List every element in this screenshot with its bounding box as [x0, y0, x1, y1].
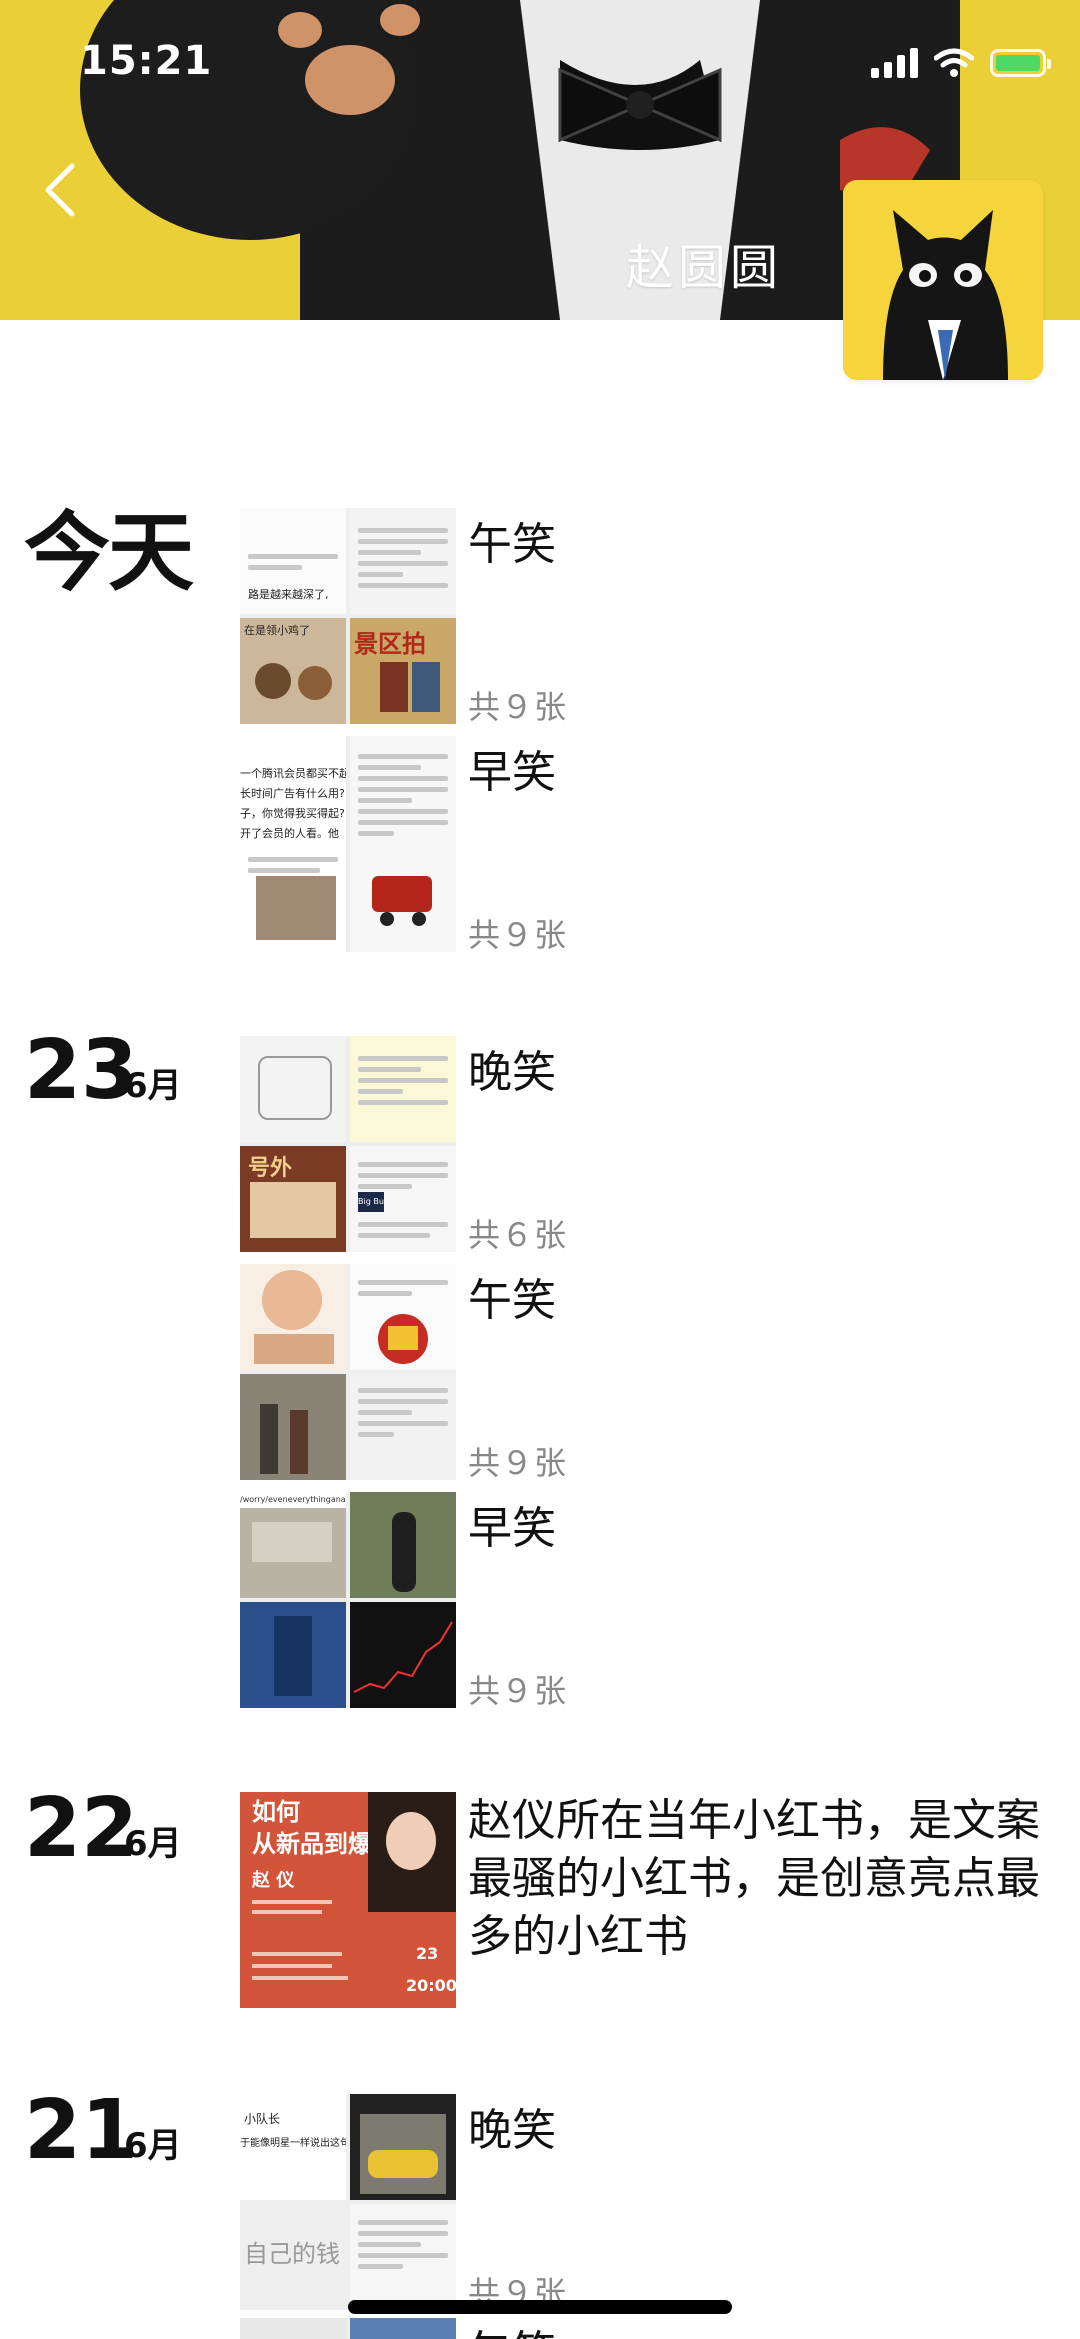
thumb-caption: 自己的钱: [244, 2240, 340, 2268]
thumb-caption: 在是领小鸡了: [244, 624, 310, 637]
status-icons: [871, 48, 1051, 78]
thumb-image: [240, 2318, 346, 2339]
thumb-image: [240, 1374, 346, 1480]
entry-title[interactable]: 午笑: [468, 508, 556, 572]
entry-title[interactable]: 午笑: [468, 1264, 556, 1328]
event-poster-image: 如何 从新品到爆品 赵 仪 23 20:00: [240, 1792, 456, 2008]
stock-chart-icon: [353, 1621, 453, 1693]
thumb-image: [350, 1036, 456, 1142]
thumb-caption: 开了会员的人看。他: [240, 827, 339, 840]
thumb-image: [350, 1492, 456, 1598]
date-day: 21: [24, 2083, 139, 2178]
entry-title[interactable]: 午笑: [468, 2316, 556, 2339]
post-thumbnail[interactable]: 一个腾讯会员都买不起 长时间广告有什么用? 子，你觉得我买得起? 开了会员的人看…: [240, 736, 456, 952]
thumb-caption: 一个腾讯会员都买不起: [240, 767, 346, 780]
black-cat-avatar-icon: [843, 180, 1043, 380]
thumb-image: [350, 1602, 456, 1708]
poster-line1: 如何: [252, 1798, 300, 1826]
date-month: 6月: [124, 1066, 182, 1106]
entry-text[interactable]: 赵仪所在当年小红书，是文案最骚的小红书，是创意亮点最多的小红书: [468, 1792, 1048, 1966]
thumb-image: [350, 1374, 456, 1480]
post-thumbnail[interactable]: [240, 1264, 456, 1480]
thumb-caption: 号外: [248, 1156, 293, 1181]
wifi-icon: [934, 48, 974, 77]
post-thumbnail[interactable]: 小队长 于能像明星一样说出这句 自己的钱: [240, 2094, 456, 2310]
thumb-image: 自己的钱: [240, 2204, 346, 2310]
back-button[interactable]: [40, 160, 80, 220]
date-day: 22: [24, 1781, 139, 1876]
post-thumbnail[interactable]: /worry/eveneverythinganadmirer: [240, 1492, 456, 1708]
thumb-image: [350, 736, 456, 952]
entry-count: 共９张: [468, 916, 568, 954]
thumb-image: [350, 508, 456, 614]
thumb-caption: /worry/eveneverythinganadmirer: [240, 1492, 346, 1508]
date-day: 23: [24, 1023, 139, 1118]
thumb-image: 路是越来越深了,: [240, 508, 346, 614]
poster-time: 20:00: [406, 1976, 456, 1995]
home-indicator[interactable]: [348, 2300, 732, 2314]
poster-num: 23: [416, 1944, 439, 1963]
post-thumbnail[interactable]: [240, 2318, 456, 2339]
date-label-today: 今天: [24, 505, 194, 601]
post-thumbnail[interactable]: 号外 Big Bu: [240, 1036, 456, 1252]
thumb-caption: 于能像明星一样说出这句: [240, 2138, 346, 2149]
thumb-image: /worry/eveneverythinganadmirer: [240, 1492, 346, 1598]
thumb-image: 景区拍: [350, 618, 456, 724]
thumb-image: 在是领小鸡了: [240, 618, 346, 724]
avatar[interactable]: [843, 180, 1043, 380]
entry-title[interactable]: 晚笑: [468, 1036, 556, 1100]
entry-title[interactable]: 早笑: [468, 1492, 556, 1556]
poster-name: 赵 仪: [252, 1870, 295, 1891]
entry-count: 共９张: [468, 1672, 568, 1710]
entry-count: 共９张: [468, 688, 568, 726]
thumb-image: 一个腾讯会员都买不起 长时间广告有什么用? 子，你觉得我买得起? 开了会员的人看…: [240, 736, 346, 952]
thumb-image: [240, 1602, 346, 1708]
thumb-image: [240, 1264, 346, 1370]
thumb-caption: 路是越来越深了,: [248, 588, 329, 601]
entry-count: 共９张: [468, 1444, 568, 1482]
entry-title[interactable]: 晚笑: [468, 2094, 556, 2158]
thumb-image: [240, 1036, 346, 1142]
cellular-signal-icon: [871, 48, 918, 78]
date-month: 6月: [124, 1824, 182, 1864]
thumb-image: [350, 2318, 456, 2339]
thumb-image: [350, 1264, 456, 1370]
thumb-caption: 子，你觉得我买得起?: [240, 807, 345, 820]
entry-title[interactable]: 早笑: [468, 736, 556, 800]
thumb-image: 小队长 于能像明星一样说出这句: [240, 2094, 346, 2200]
thumb-caption: 小队长: [244, 2112, 281, 2126]
post-thumbnail[interactable]: 如何 从新品到爆品 赵 仪 23 20:00: [240, 1792, 456, 2008]
battery-icon: [990, 49, 1051, 77]
thumb-caption: 景区拍: [354, 630, 426, 658]
status-time: 15:21: [80, 38, 213, 84]
thumb-image: 号外: [240, 1146, 346, 1252]
thumb-image: Big Bu: [350, 1146, 456, 1252]
date-month: 6月: [124, 2126, 182, 2166]
thumb-image: [350, 2094, 456, 2200]
thumb-image: [350, 2204, 456, 2310]
thumb-caption: Big Bu: [358, 1192, 384, 1212]
entry-count: 共６张: [468, 1216, 568, 1254]
profile-name: 赵圆圆: [626, 240, 783, 296]
post-thumbnail[interactable]: 路是越来越深了, 在是领小鸡了 景区拍: [240, 508, 456, 724]
thumb-caption: 长时间广告有什么用?: [240, 787, 345, 800]
